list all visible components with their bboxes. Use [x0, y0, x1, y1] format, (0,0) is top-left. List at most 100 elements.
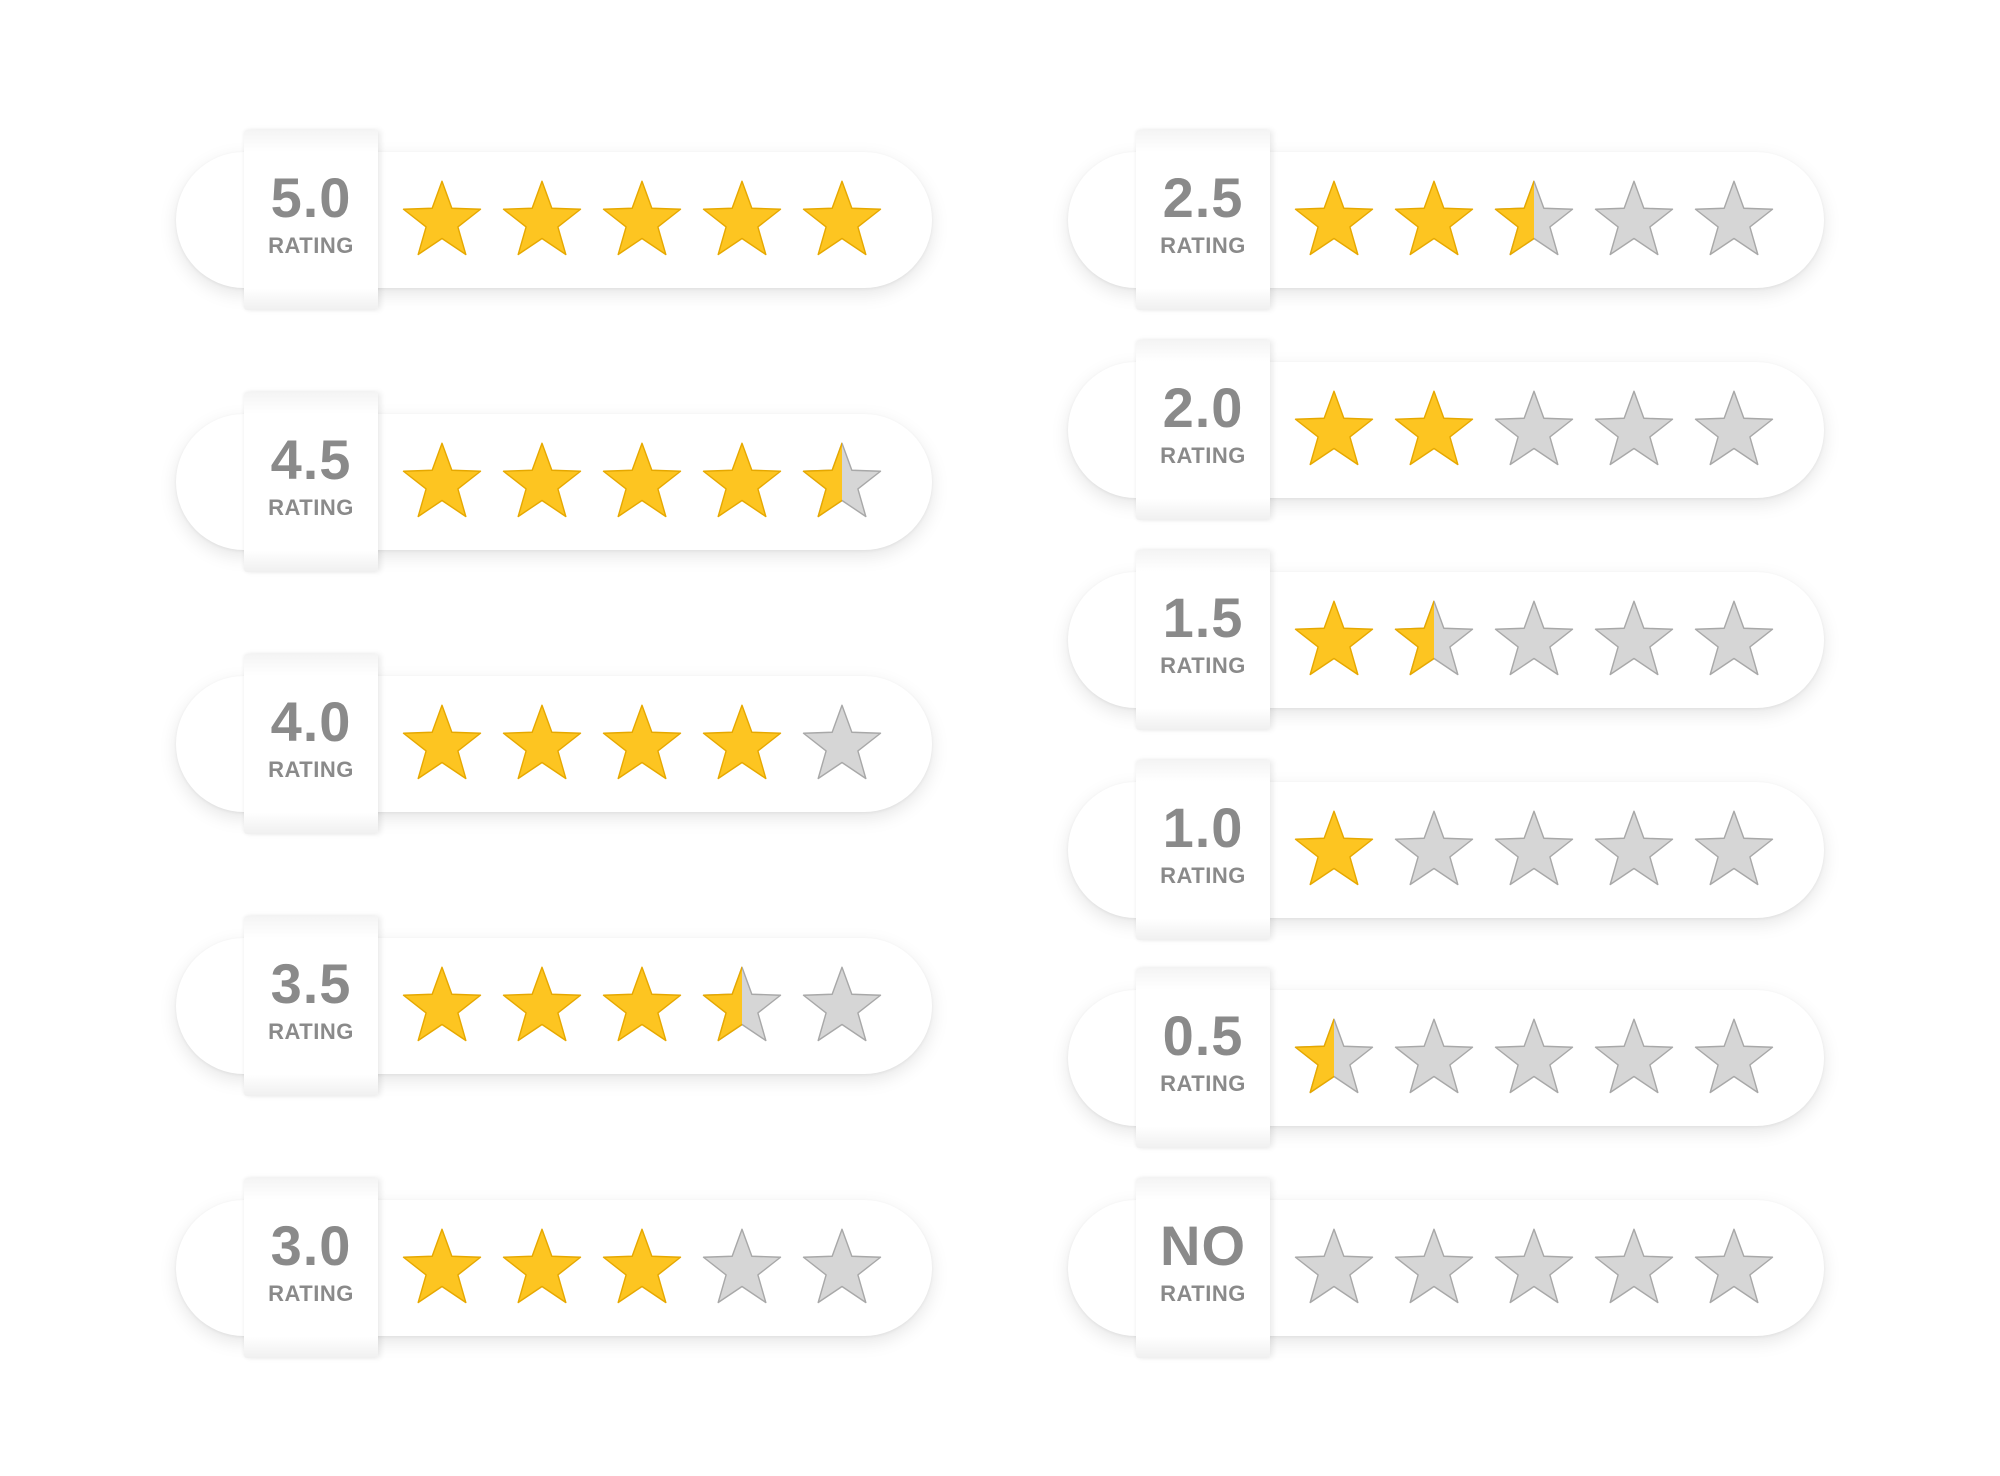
rating-value: 3.5	[270, 952, 352, 1015]
rating-row: 1.0 RATING	[1068, 760, 1828, 940]
rating-row: 4.5 RATING	[176, 392, 936, 572]
star-icon	[1294, 600, 1374, 676]
star-icon	[802, 966, 882, 1042]
rating-caption: RATING	[268, 233, 354, 258]
star-icon	[502, 1228, 582, 1304]
star-empty	[1594, 180, 1674, 256]
star-icon	[1294, 390, 1374, 466]
star-group	[398, 1224, 886, 1312]
star-filled	[402, 704, 482, 780]
star-icon	[1394, 1018, 1474, 1094]
star-filled	[1394, 390, 1474, 466]
star-icon	[702, 442, 782, 518]
rating-row: 4.0 RATING	[176, 654, 936, 834]
star-icon	[1694, 390, 1774, 466]
star-icon	[602, 442, 682, 518]
rating-value: 1.0	[1162, 796, 1244, 859]
rating-caption: RATING	[268, 1019, 354, 1044]
rating-value: 2.0	[1162, 376, 1244, 439]
star-empty	[1394, 810, 1474, 886]
star-filled	[502, 442, 582, 518]
star-empty	[1694, 1018, 1774, 1094]
rating-tag: NO RATING	[1136, 1178, 1270, 1358]
star-icon	[702, 966, 782, 1042]
star-icon	[1294, 180, 1374, 256]
star-icon	[502, 704, 582, 780]
rating-caption: RATING	[268, 757, 354, 782]
star-empty	[1494, 600, 1574, 676]
rating-tag: 1.0 RATING	[1136, 760, 1270, 940]
star-group	[398, 700, 886, 788]
star-icon	[1394, 180, 1474, 256]
star-filled	[402, 180, 482, 256]
rating-caption: RATING	[268, 495, 354, 520]
rating-row: 3.0 RATING	[176, 1178, 936, 1358]
star-filled	[502, 966, 582, 1042]
star-filled	[1294, 600, 1374, 676]
star-empty	[1594, 1228, 1674, 1304]
star-icon	[1694, 1018, 1774, 1094]
rating-tag: 1.5 RATING	[1136, 550, 1270, 730]
star-empty	[1294, 1228, 1374, 1304]
star-empty	[1494, 810, 1574, 886]
star-empty	[1694, 600, 1774, 676]
star-empty	[802, 704, 882, 780]
star-filled	[1294, 390, 1374, 466]
star-icon	[1394, 390, 1474, 466]
rating-value: 3.0	[270, 1214, 352, 1277]
star-group	[398, 176, 886, 264]
rating-caption: RATING	[1160, 653, 1246, 678]
rating-caption: RATING	[1160, 233, 1246, 258]
rating-row: 2.0 RATING	[1068, 340, 1828, 520]
rating-tag: 3.5 RATING	[244, 916, 378, 1096]
star-empty	[1594, 1018, 1674, 1094]
rating-value: NO	[1160, 1214, 1246, 1277]
rating-row: 2.5 RATING	[1068, 130, 1828, 310]
rating-row: 3.5 RATING	[176, 916, 936, 1096]
star-icon	[402, 1228, 482, 1304]
rating-tag: 4.0 RATING	[244, 654, 378, 834]
star-icon	[602, 966, 682, 1042]
rating-row: 0.5 RATING	[1068, 968, 1828, 1148]
star-filled	[502, 180, 582, 256]
star-icon	[1694, 810, 1774, 886]
star-icon	[1394, 810, 1474, 886]
star-icon	[1594, 1018, 1674, 1094]
star-icon	[502, 442, 582, 518]
star-icon	[1294, 1018, 1374, 1094]
star-filled	[1294, 180, 1374, 256]
star-empty	[1694, 180, 1774, 256]
rating-row: 5.0 RATING	[176, 130, 936, 310]
star-filled	[602, 1228, 682, 1304]
star-icon	[1594, 390, 1674, 466]
star-filled	[702, 442, 782, 518]
star-icon	[802, 180, 882, 256]
star-icon	[402, 442, 482, 518]
star-filled	[502, 704, 582, 780]
rating-value: 1.5	[1162, 586, 1244, 649]
star-icon	[602, 704, 682, 780]
star-icon	[1494, 180, 1574, 256]
rating-tag: 2.5 RATING	[1136, 130, 1270, 310]
rating-caption: RATING	[1160, 443, 1246, 468]
rating-tag: 4.5 RATING	[244, 392, 378, 572]
star-icon	[1294, 810, 1374, 886]
star-group	[1290, 596, 1778, 684]
star-icon	[602, 180, 682, 256]
rating-tag: 2.0 RATING	[1136, 340, 1270, 520]
star-icon	[1494, 1018, 1574, 1094]
star-icon	[1694, 600, 1774, 676]
star-filled	[602, 442, 682, 518]
star-empty	[802, 966, 882, 1042]
star-empty	[802, 1228, 882, 1304]
star-icon	[402, 180, 482, 256]
star-empty	[1494, 1228, 1574, 1304]
star-icon	[402, 966, 482, 1042]
rating-row: 1.5 RATING	[1068, 550, 1828, 730]
star-icon	[1594, 1228, 1674, 1304]
star-empty	[1594, 600, 1674, 676]
rating-tag: 5.0 RATING	[244, 130, 378, 310]
star-empty	[1594, 390, 1674, 466]
star-icon	[1494, 1228, 1574, 1304]
star-empty	[1494, 1018, 1574, 1094]
